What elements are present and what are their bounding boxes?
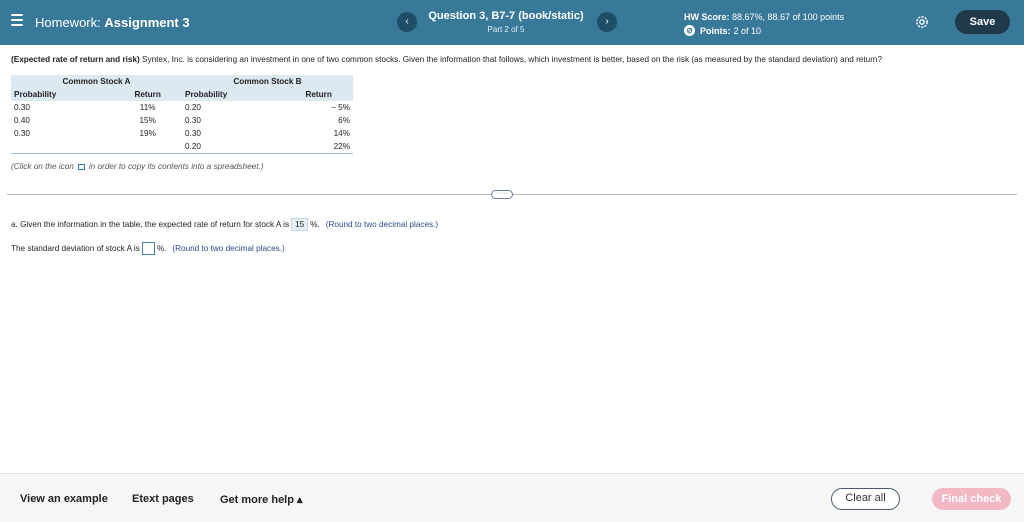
expected-return-answer[interactable]: 15 xyxy=(291,218,309,231)
part-a-unit: %. xyxy=(310,220,320,229)
view-example-link[interactable]: View an example xyxy=(20,493,108,505)
col-probability-b: Probability xyxy=(181,88,285,101)
std-dev-input[interactable] xyxy=(141,242,155,255)
part-a-text: a. Given the information in the table, t… xyxy=(11,220,290,229)
points: ⊘ Points: 2 of 10 xyxy=(684,25,761,36)
col-return-b: Return xyxy=(284,88,353,101)
return-b-cell: 14% xyxy=(333,129,350,138)
part-a-hint: (Round to two decimal places.) xyxy=(325,220,439,229)
col-return-a: Return xyxy=(113,88,182,101)
prob-a-cell: 0.40 xyxy=(14,116,30,125)
question-prompt: (Expected rate of return and risk) Synte… xyxy=(11,55,882,64)
footer-bar: View an example Etext pages Get more hel… xyxy=(0,473,1024,522)
return-b-cell: − 5% xyxy=(331,103,350,112)
prob-b-cell: 0.30 xyxy=(184,129,201,138)
part-a: a. Given the information in the table, t… xyxy=(11,218,438,231)
top-bar: Homework: Assignment 3 ‹ Question 3, B7-… xyxy=(0,0,1024,45)
stock-data-table: Common Stock A Common Stock B Probabilit… xyxy=(11,75,353,154)
prob-b-cell: 0.20 xyxy=(184,103,201,112)
hw-score: HW Score: 88.67%, 88.67 of 100 points xyxy=(684,12,844,22)
part-b-text: The standard deviation of stock A is xyxy=(11,244,140,253)
col-probability-a: Probability xyxy=(11,88,114,101)
table-row: 0.40 15% 0.30 6% xyxy=(11,114,353,127)
save-button[interactable]: Save xyxy=(955,10,1010,34)
next-question-button[interactable]: › xyxy=(597,12,617,32)
part-b: The standard deviation of stock A is %. … xyxy=(11,242,285,255)
return-a-cell: 15% xyxy=(139,116,156,125)
gear-icon[interactable] xyxy=(914,14,930,30)
partial-credit-icon: ⊘ xyxy=(684,25,695,36)
prob-a-cell xyxy=(11,140,114,154)
prob-a-cell: 0.30 xyxy=(14,129,30,138)
return-a-cell: 11% xyxy=(139,103,156,112)
assignment-name: Assignment 3 xyxy=(104,15,190,30)
points-value: 2 of 10 xyxy=(733,25,762,36)
menu-icon[interactable] xyxy=(11,14,23,26)
copy-note-before: (Click on the icon xyxy=(11,162,74,171)
return-a-cell xyxy=(113,140,182,154)
previous-question-button[interactable]: ‹ xyxy=(397,12,417,32)
prob-a-cell: 0.30 xyxy=(14,103,30,112)
homework-title: Homework: Assignment 3 xyxy=(35,15,190,30)
get-more-help-link[interactable]: Get more help ▴ xyxy=(220,493,303,506)
prob-b-cell: 0.20 xyxy=(181,140,285,154)
question-part: Part 2 of 5 xyxy=(487,25,525,34)
prob-b-cell: 0.30 xyxy=(184,116,201,125)
clear-all-button[interactable]: Clear all xyxy=(831,488,900,510)
table-row: 0.20 22% xyxy=(11,140,353,154)
prompt-text: Syntex, Inc. is considering an investmen… xyxy=(142,55,883,64)
prompt-topic: (Expected rate of return and risk) xyxy=(11,55,140,64)
final-check-button[interactable]: Final check xyxy=(932,488,1011,510)
return-b-cell: 6% xyxy=(338,116,350,125)
copy-to-spreadsheet-icon[interactable] xyxy=(77,163,85,170)
return-b-cell: 22% xyxy=(284,140,353,154)
part-b-hint: (Round to two decimal places.) xyxy=(172,244,285,253)
hw-score-label: HW Score: xyxy=(684,12,730,22)
table-row: 0.30 11% 0.20 − 5% xyxy=(11,101,353,114)
return-a-cell: 19% xyxy=(139,129,156,138)
stock-a-header: Common Stock A xyxy=(11,75,182,88)
stock-b-header: Common Stock B xyxy=(181,75,353,88)
homework-prefix: Homework: xyxy=(35,15,105,30)
table-row: 0.30 19% 0.30 14% xyxy=(11,127,353,140)
points-label: Points: xyxy=(700,25,731,36)
expand-handle-icon[interactable]: ····· xyxy=(491,190,513,199)
copy-note-after: in order to copy its contents into a spr… xyxy=(88,162,264,171)
copy-note: (Click on the icon in order to copy its … xyxy=(11,162,264,171)
part-b-unit: %. xyxy=(156,244,167,253)
question-title: Question 3, B7-7 (book/static) xyxy=(428,10,584,22)
etext-pages-link[interactable]: Etext pages xyxy=(132,493,194,505)
hw-score-value: 88.67%, 88.67 of 100 points xyxy=(732,12,845,22)
